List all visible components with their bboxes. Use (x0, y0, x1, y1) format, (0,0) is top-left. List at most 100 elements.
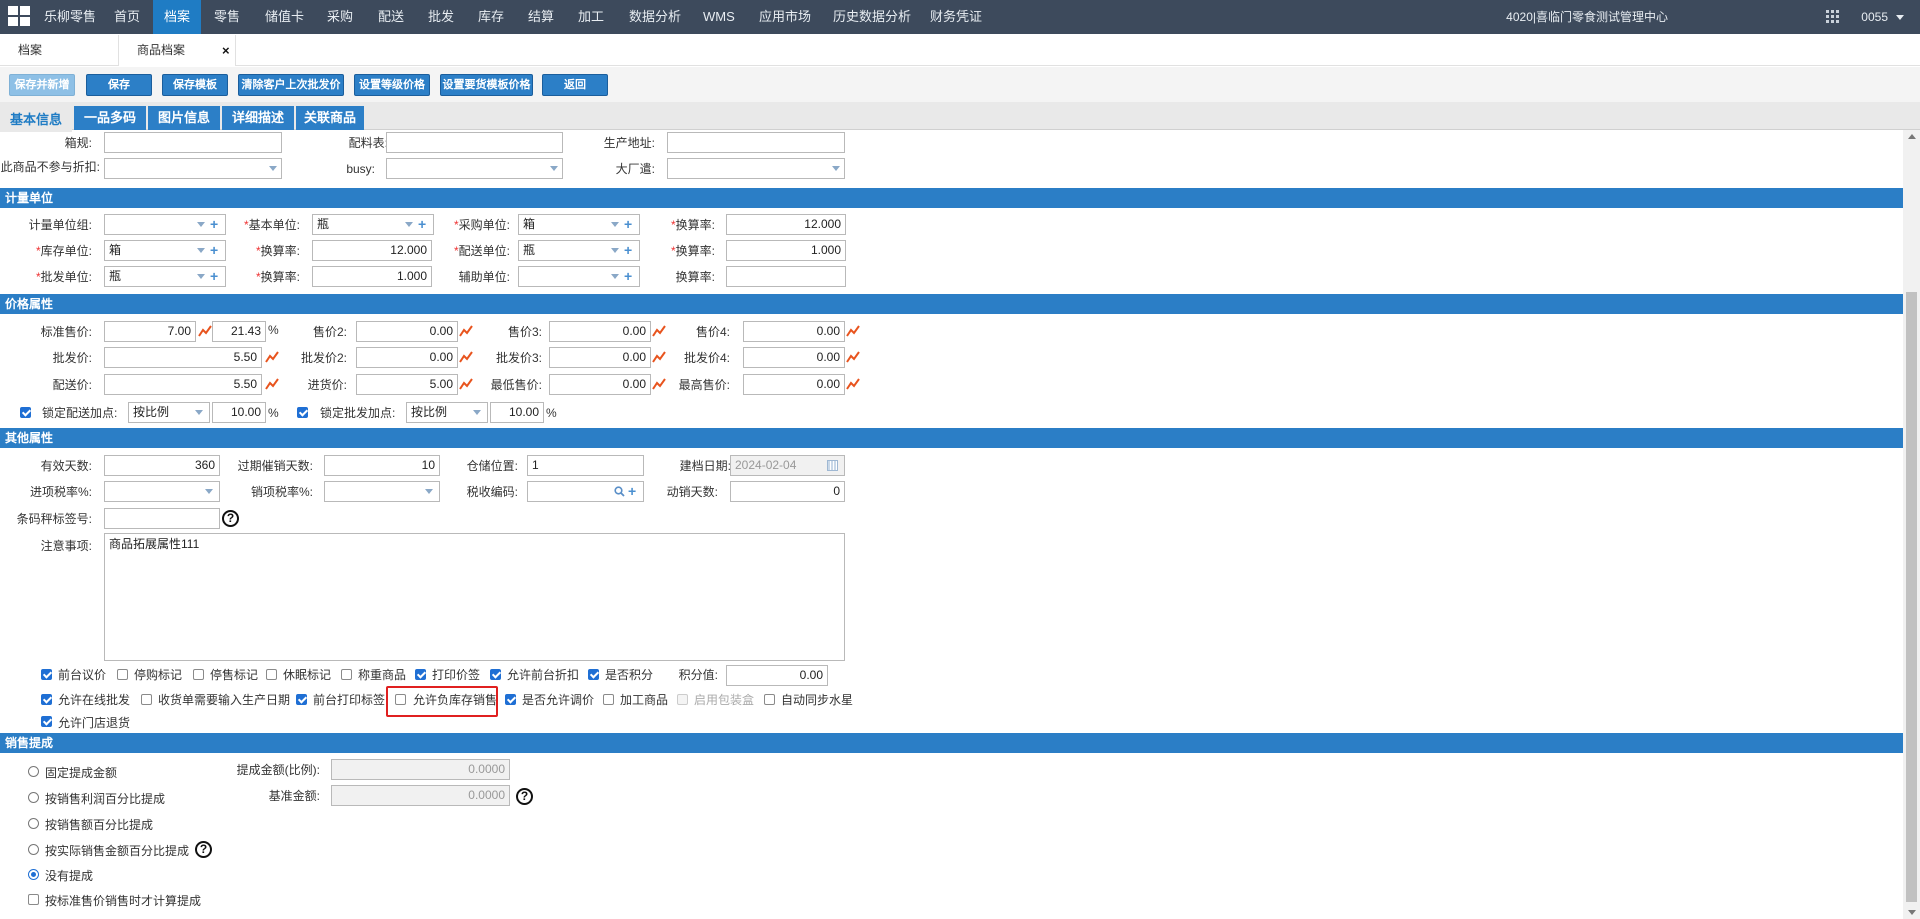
notes-textarea[interactable]: 商品拓展属性111 (104, 533, 845, 661)
lock-wholesale-value-input[interactable]: 10.00 (490, 402, 544, 423)
sales-percent-commission-radio[interactable] (28, 818, 39, 829)
input-tax-rate-select[interactable] (104, 481, 220, 502)
add-icon[interactable]: + (624, 243, 636, 257)
scroll-up-icon[interactable] (1908, 134, 1916, 139)
nav-retail[interactable]: 零售 (214, 0, 240, 34)
rate-input-1[interactable]: 12.000 (726, 214, 846, 235)
tax-code-input[interactable]: + (527, 481, 644, 502)
save-template-button[interactable]: 保存模板 (162, 74, 228, 96)
vertical-scrollbar[interactable] (1903, 130, 1920, 919)
nav-archive[interactable]: 档案 (153, 0, 201, 34)
busy-select[interactable] (386, 158, 563, 179)
scroll-down-icon[interactable] (1908, 910, 1916, 915)
wholesale-price3-input[interactable]: 0.00 (549, 347, 651, 368)
nav-app-market[interactable]: 应用市场 (759, 0, 811, 34)
lock-dist-value-input[interactable]: 10.00 (212, 402, 266, 423)
search-icon[interactable] (614, 486, 625, 497)
add-icon[interactable]: + (624, 217, 636, 231)
add-icon[interactable]: + (210, 217, 222, 231)
tab-details[interactable]: 详细描述 (222, 106, 294, 130)
nav-app-name[interactable]: 乐柳零售 (44, 0, 96, 34)
scrollbar-thumb[interactable] (1906, 292, 1917, 902)
rate-input-3[interactable]: 1.000 (726, 240, 846, 261)
aux-unit-select[interactable]: + (518, 266, 640, 287)
price-trend-icon[interactable] (846, 351, 860, 363)
price-trend-icon[interactable] (265, 378, 279, 390)
profit-percent-commission-radio[interactable] (28, 792, 39, 803)
base-unit-select[interactable]: 瓶 + (312, 214, 434, 235)
page-tab-product-archive[interactable]: 商品档案 (118, 35, 236, 66)
user-id[interactable]: 0055 (1861, 0, 1888, 34)
purchase-unit-select[interactable]: 箱 + (518, 214, 640, 235)
nav-home[interactable]: 首页 (114, 0, 140, 34)
stock-unit-select[interactable]: 箱 + (104, 240, 226, 261)
dist-unit-select[interactable]: 瓶 + (518, 240, 640, 261)
allow-online-wholesale-checkbox[interactable] (41, 694, 52, 705)
tab-images[interactable]: 图片信息 (148, 106, 220, 130)
rate-input-2[interactable]: 12.000 (312, 240, 432, 261)
save-and-new-button[interactable]: 保存并新增 (9, 74, 75, 96)
front-print-label-checkbox[interactable] (296, 694, 307, 705)
lock-dist-mode-select[interactable]: 按比例 (128, 402, 210, 423)
nav-wholesale[interactable]: 批发 (428, 0, 454, 34)
nav-settlement[interactable]: 结算 (528, 0, 554, 34)
actual-sales-percent-commission-radio[interactable] (28, 844, 39, 855)
user-dropdown-icon[interactable] (1896, 15, 1904, 20)
std-price-percent-input[interactable]: 21.43 (212, 321, 266, 342)
dormant-checkbox[interactable] (266, 669, 277, 680)
rate-input-5[interactable] (726, 266, 846, 287)
valid-days-input[interactable]: 360 (104, 455, 220, 476)
wholesale-unit-select[interactable]: 瓶 + (104, 266, 226, 287)
std-price-input[interactable]: 7.00 (104, 321, 196, 342)
set-order-template-price-button[interactable]: 设置要货模板价格 (440, 74, 533, 96)
ingredients-input[interactable] (386, 132, 563, 153)
stop-purchase-checkbox[interactable] (117, 669, 128, 680)
processed-product-checkbox[interactable] (603, 694, 614, 705)
nav-distribution[interactable]: 配送 (378, 0, 404, 34)
move-days-input[interactable]: 0 (730, 481, 845, 502)
overdue-days-input[interactable]: 10 (324, 455, 440, 476)
back-button[interactable]: 返回 (542, 74, 608, 96)
tab-multi-barcode[interactable]: 一品多码 (74, 106, 146, 130)
rate-input-4[interactable]: 1.000 (312, 266, 432, 287)
nav-stored-value-card[interactable]: 储值卡 (265, 0, 304, 34)
fixed-commission-radio[interactable] (28, 766, 39, 777)
output-tax-rate-select[interactable] (324, 481, 440, 502)
no-commission-radio[interactable] (28, 869, 39, 880)
std-price-only-checkbox[interactable] (28, 894, 39, 905)
help-icon[interactable]: ? (195, 841, 212, 858)
dist-price-input[interactable]: 5.50 (104, 374, 262, 395)
add-icon[interactable]: + (418, 217, 430, 231)
nav-finance-voucher[interactable]: 财务凭证 (930, 0, 982, 34)
price4-input[interactable]: 0.00 (743, 321, 845, 342)
page-tab-archive[interactable]: 档案 (18, 35, 42, 66)
add-icon[interactable]: + (628, 484, 640, 498)
auto-sync-mercury-checkbox[interactable] (764, 694, 775, 705)
price-trend-icon[interactable] (198, 325, 212, 337)
add-icon[interactable]: + (210, 243, 222, 257)
price2-input[interactable]: 0.00 (356, 321, 458, 342)
help-icon[interactable]: ? (516, 788, 533, 805)
unit-group-select[interactable]: + (104, 214, 226, 235)
close-tab-icon[interactable]: × (222, 43, 230, 58)
stop-sale-checkbox[interactable] (193, 669, 204, 680)
lock-wholesale-mode-select[interactable]: 按比例 (406, 402, 488, 423)
nav-processing[interactable]: 加工 (578, 0, 604, 34)
clear-last-wholesale-price-button[interactable]: 清除客户上次批发价 (238, 74, 344, 96)
receipt-requires-prod-date-checkbox[interactable] (141, 694, 152, 705)
no-discount-select[interactable] (104, 158, 282, 179)
points-enabled-checkbox[interactable] (588, 669, 599, 680)
front-bargain-checkbox[interactable] (41, 669, 52, 680)
storage-location-input[interactable]: 1 (527, 455, 644, 476)
save-button[interactable]: 保存 (86, 74, 152, 96)
lock-dist-markup-checkbox[interactable] (20, 407, 31, 418)
nav-purchase[interactable]: 采购 (327, 0, 353, 34)
nav-data-analysis[interactable]: 数据分析 (629, 0, 681, 34)
tab-basic-info[interactable]: 基本信息 (0, 108, 72, 132)
nav-wms[interactable]: WMS (703, 0, 735, 34)
price-trend-icon[interactable] (846, 325, 860, 337)
points-value-input[interactable]: 0.00 (726, 665, 828, 686)
price-trend-icon[interactable] (846, 378, 860, 390)
min-price-input[interactable]: 0.00 (549, 374, 651, 395)
app-grid-logo-icon[interactable] (8, 6, 32, 28)
